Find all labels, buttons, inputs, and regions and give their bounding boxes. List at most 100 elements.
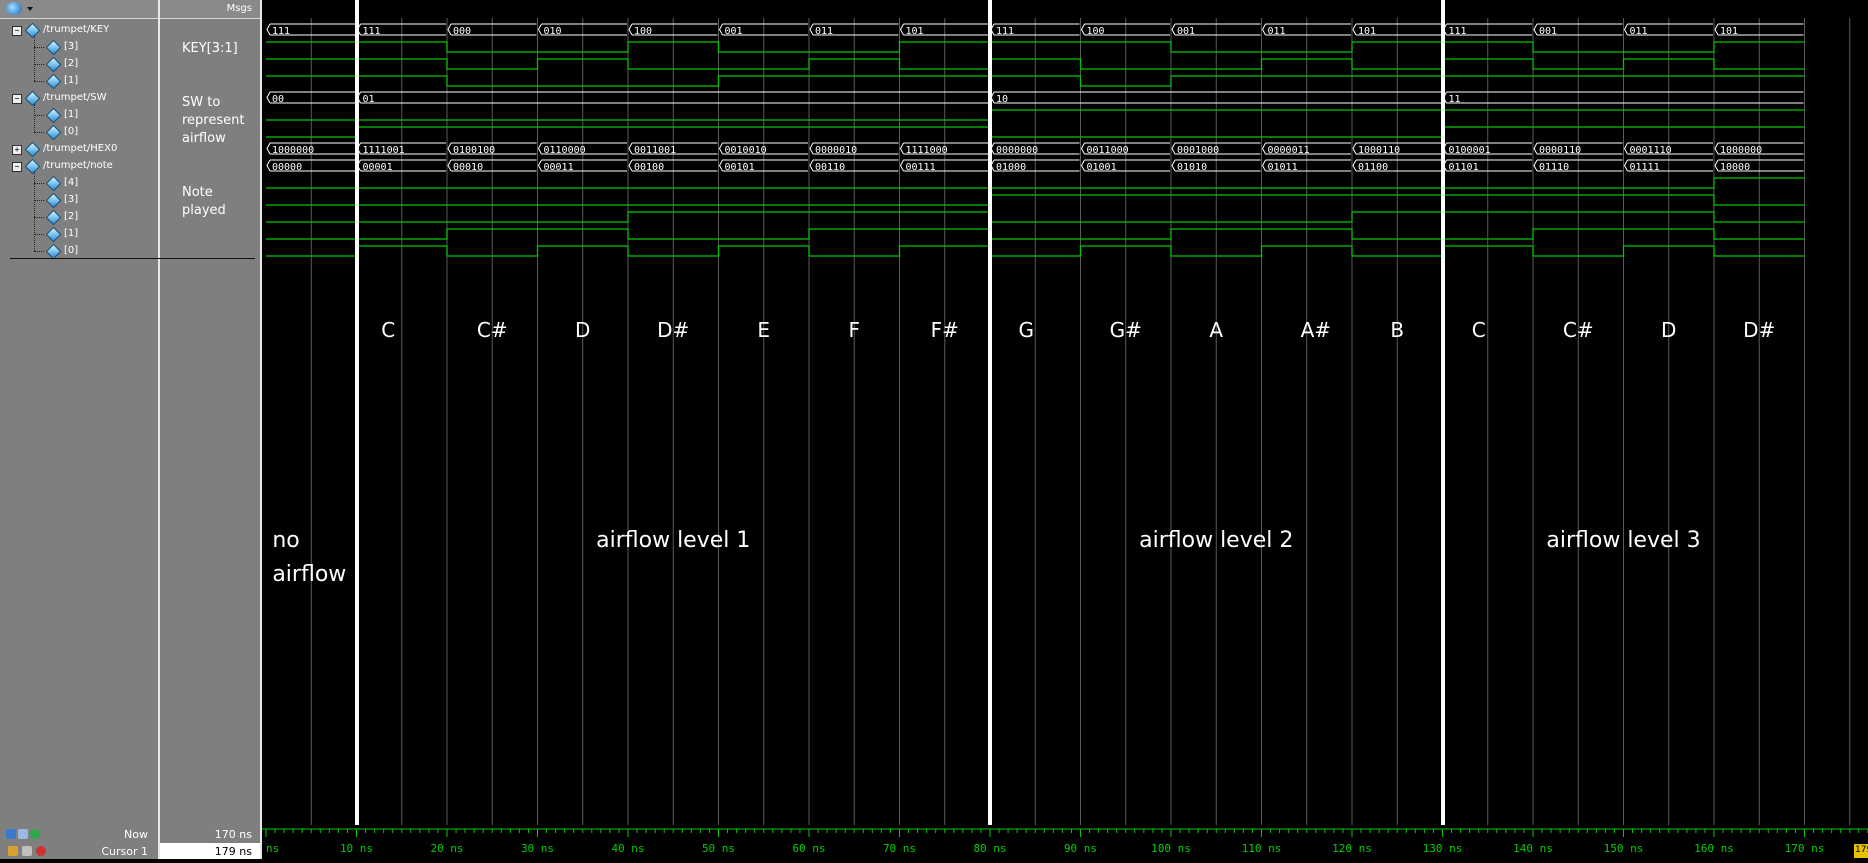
bus-transition bbox=[1533, 23, 1538, 36]
bus-transition bbox=[1714, 159, 1719, 172]
signal-bit-icon bbox=[45, 124, 62, 141]
bus-value-label: 10 bbox=[996, 94, 1008, 105]
airflow-level-label: airflow level 3 bbox=[1546, 528, 1701, 553]
bus-value-label: 01101 bbox=[1449, 162, 1479, 173]
now-value: 170 ns bbox=[214, 828, 252, 841]
list-end-divider bbox=[10, 258, 255, 259]
bus-value-label: 001 bbox=[1177, 26, 1195, 37]
timeline-ruler[interactable]: ns 10 ns 20 ns 30 ns 40 ns 50 ns 60 ns 70 ns 80 … bbox=[262, 825, 1868, 859]
bottom-names: Now Cursor 1 bbox=[0, 825, 158, 859]
bus-transition bbox=[718, 142, 723, 155]
msgs-note-sw-line: represent bbox=[182, 113, 245, 128]
chevron-down-icon[interactable] bbox=[27, 7, 33, 11]
bus-value-label: 1000000 bbox=[272, 145, 314, 156]
bus-transition bbox=[1261, 142, 1266, 155]
signal-row[interactable]: [3] bbox=[0, 39, 158, 56]
now-label: Now bbox=[124, 828, 148, 841]
ruler-tick-label: 120 ns bbox=[1332, 842, 1372, 855]
signal-row[interactable]: − /trumpet/note bbox=[0, 158, 158, 175]
window-icon[interactable] bbox=[18, 829, 28, 839]
bus-value-label: 00100 bbox=[634, 162, 664, 173]
add-wave-icon[interactable] bbox=[6, 829, 16, 839]
ruler-tick-label: 10 ns bbox=[340, 842, 373, 855]
bus-value-label: 100 bbox=[634, 26, 652, 37]
bus-transition bbox=[1352, 159, 1357, 172]
signal-row[interactable]: [1] bbox=[0, 107, 158, 124]
bus-value-label: 0001110 bbox=[1630, 145, 1672, 156]
signal-row[interactable]: [3] bbox=[0, 192, 158, 209]
pencil-icon[interactable] bbox=[22, 846, 32, 856]
bus-transition bbox=[537, 159, 542, 172]
pane-divider-names[interactable] bbox=[158, 0, 160, 859]
signal-row[interactable]: + /trumpet/HEX0 bbox=[0, 141, 158, 158]
timeline-canvas[interactable]: ns 10 ns 20 ns 30 ns 40 ns 50 ns 60 ns 70 ns 80 … bbox=[262, 825, 1868, 859]
signal-bit-icon bbox=[45, 226, 62, 243]
bus-transition bbox=[266, 159, 271, 172]
note-name-label: A# bbox=[1300, 318, 1332, 342]
note-name-label: F bbox=[848, 318, 861, 342]
signal-label: [0] bbox=[64, 245, 79, 256]
bus-transition bbox=[809, 23, 814, 36]
signal-row[interactable]: [0] bbox=[0, 124, 158, 141]
signal-row[interactable]: [1] bbox=[0, 226, 158, 243]
bus-value-label: 0001000 bbox=[1177, 145, 1219, 156]
signal-label: /trumpet/HEX0 bbox=[43, 143, 118, 154]
collapse-icon[interactable]: − bbox=[12, 26, 22, 36]
signal-label: [2] bbox=[64, 211, 79, 222]
collapse-icon[interactable]: − bbox=[12, 94, 22, 104]
lock-icon[interactable] bbox=[8, 846, 18, 856]
signal-bit-icon bbox=[45, 209, 62, 226]
waveform-area[interactable]: 111 111 000 010 100 001 011 101 111 100 001 011 101 1… bbox=[262, 18, 1868, 825]
bus-value-label: 01011 bbox=[1268, 162, 1298, 173]
names-header bbox=[0, 0, 158, 19]
signal-label: /trumpet/SW bbox=[43, 92, 107, 103]
signal-bit-icon bbox=[45, 39, 62, 56]
note-name-label: C bbox=[381, 318, 396, 342]
bus-transition bbox=[266, 23, 271, 36]
note-name-label: C bbox=[1471, 318, 1486, 342]
signal-row[interactable]: − /trumpet/SW bbox=[0, 90, 158, 107]
time-cursor[interactable] bbox=[988, 0, 992, 825]
bus-value-label: 0000110 bbox=[1539, 145, 1581, 156]
signal-row[interactable]: [2] bbox=[0, 56, 158, 73]
cursor-value: 179 ns bbox=[214, 845, 252, 858]
bus-value-label: 101 bbox=[906, 26, 924, 37]
bus-transition bbox=[447, 23, 452, 36]
cursor-flag-label: 179 bbox=[1855, 845, 1868, 855]
collapse-icon[interactable]: − bbox=[12, 162, 22, 172]
remove-cursor-icon[interactable] bbox=[36, 846, 46, 856]
ruler-tick-label: 110 ns bbox=[1242, 842, 1282, 855]
bus-transition bbox=[1171, 23, 1176, 36]
expand-icon[interactable]: + bbox=[12, 145, 22, 155]
note-name-label: D# bbox=[657, 318, 690, 342]
time-cursor[interactable] bbox=[354, 0, 359, 825]
bus-transition bbox=[1171, 159, 1176, 172]
bus-value-label: 101 bbox=[1720, 26, 1738, 37]
cursor-flag[interactable]: 179 bbox=[1854, 844, 1868, 858]
signal-row[interactable]: [2] bbox=[0, 209, 158, 226]
waveform-tool-icon[interactable] bbox=[6, 2, 22, 15]
tree-connector bbox=[34, 36, 36, 81]
bus-value-label: 01110 bbox=[1539, 162, 1569, 173]
signal-row[interactable]: [0] bbox=[0, 243, 158, 260]
waveform-canvas[interactable]: 111 111 000 010 100 001 011 101 111 100 001 011 101 1… bbox=[262, 18, 1868, 825]
bus-value-label: 01000 bbox=[996, 162, 1026, 173]
no-airflow-label: airflow bbox=[272, 562, 347, 587]
signal-row[interactable]: [4] bbox=[0, 175, 158, 192]
signal-label: [1] bbox=[64, 109, 79, 120]
bus-value-label: 0100100 bbox=[453, 145, 495, 156]
add-cursor-icon[interactable] bbox=[30, 829, 40, 839]
bus-transition bbox=[809, 159, 814, 172]
bus-transition bbox=[1080, 159, 1085, 172]
note-name-label: G bbox=[1018, 318, 1034, 342]
bus-transition bbox=[628, 23, 633, 36]
signal-row[interactable]: [1] bbox=[0, 73, 158, 90]
time-cursor[interactable] bbox=[1440, 0, 1445, 825]
bus-transition bbox=[447, 142, 452, 155]
signal-group-icon bbox=[24, 90, 41, 107]
note-name-label: A bbox=[1209, 318, 1224, 342]
msgs-note-sw: SW to represent airflow bbox=[182, 94, 244, 148]
signal-row[interactable]: − /trumpet/KEY bbox=[0, 22, 158, 39]
bus-transition bbox=[1533, 142, 1538, 155]
cursor-value-box[interactable]: 179 ns bbox=[160, 843, 260, 859]
